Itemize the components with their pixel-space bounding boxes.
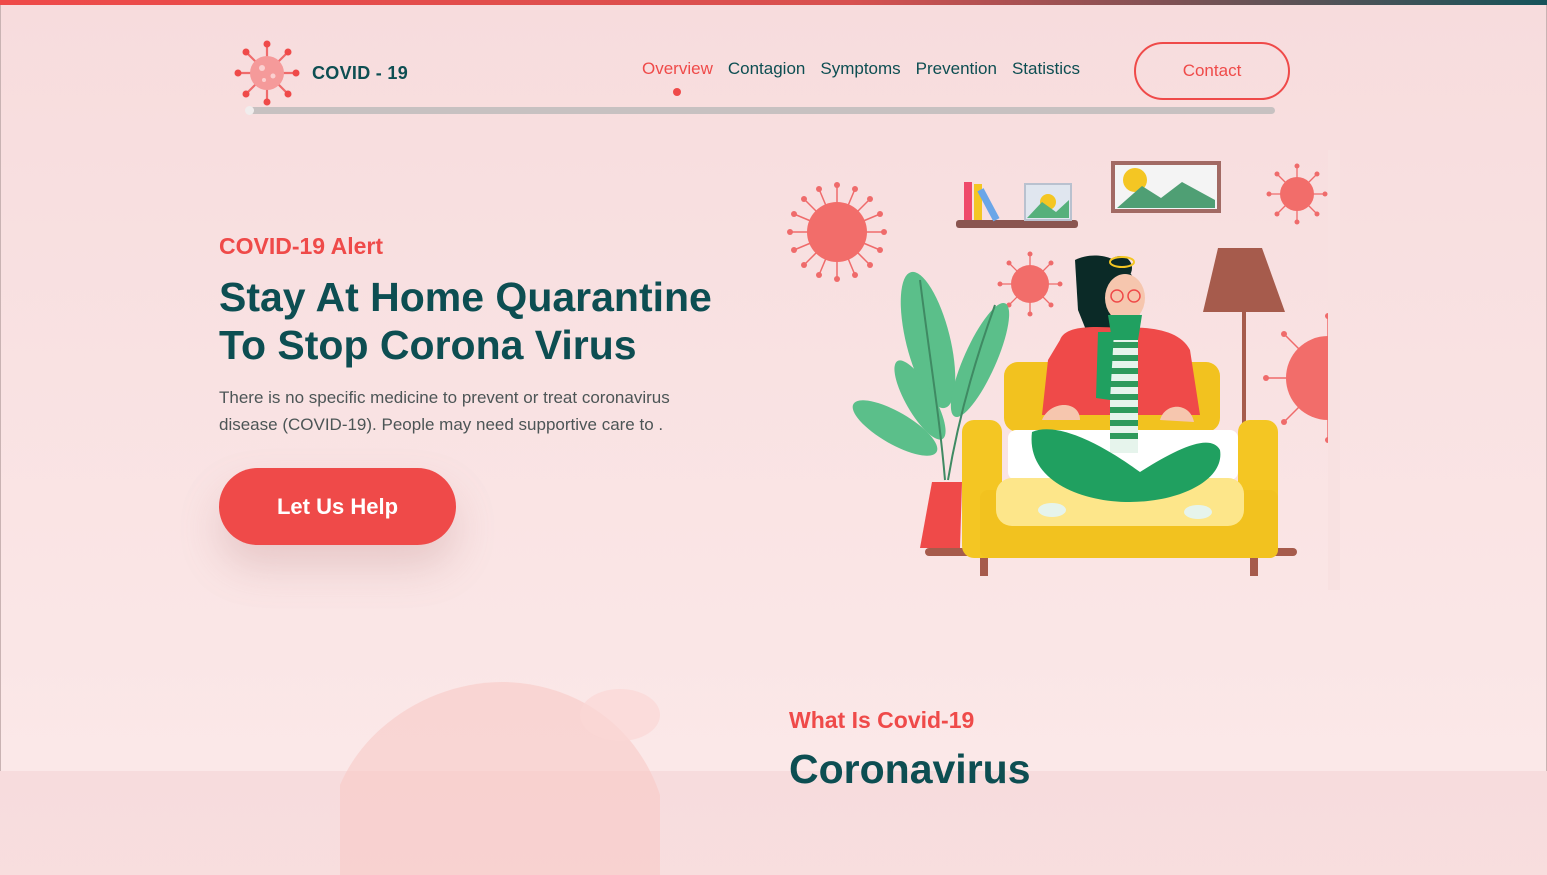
window-edge-left: [0, 5, 1, 771]
hero-title: Stay At Home Quarantine To Stop Corona V…: [219, 274, 712, 368]
brand-name: COVID - 19: [312, 62, 409, 83]
scroll-progress-knob[interactable]: [245, 106, 254, 115]
nav-item-statistics[interactable]: Statistics: [1012, 59, 1080, 79]
nav-item-overview[interactable]: Overview: [642, 59, 713, 96]
main-nav: Overview Contagion Symptoms Prevention S…: [642, 59, 1080, 96]
section-title: Coronavirus: [789, 746, 1031, 792]
nav-item-label: Overview: [642, 59, 713, 78]
brand-logo[interactable]: COVID - 19: [234, 40, 408, 106]
scroll-progress-track: [247, 107, 1275, 114]
top-accent-bar: [0, 0, 1547, 5]
virus-decoration-icon: [1266, 163, 1328, 225]
nav-item-prevention[interactable]: Prevention: [916, 59, 997, 79]
virus-icon: [234, 40, 300, 106]
virus-decoration-icon: [787, 182, 887, 282]
decorative-blob: [340, 681, 660, 875]
contact-button[interactable]: Contact: [1134, 42, 1290, 100]
quarantine-illustration: [787, 150, 1340, 590]
active-indicator-dot: [673, 88, 682, 96]
let-us-help-button[interactable]: Let Us Help: [219, 468, 456, 545]
nav-item-symptoms[interactable]: Symptoms: [820, 59, 900, 79]
hero-kicker: COVID-19 Alert: [219, 233, 384, 259]
section-kicker: What Is Covid-19: [789, 707, 975, 733]
hero-description: There is no specific medicine to prevent…: [219, 388, 670, 434]
nav-item-contagion[interactable]: Contagion: [728, 59, 806, 79]
